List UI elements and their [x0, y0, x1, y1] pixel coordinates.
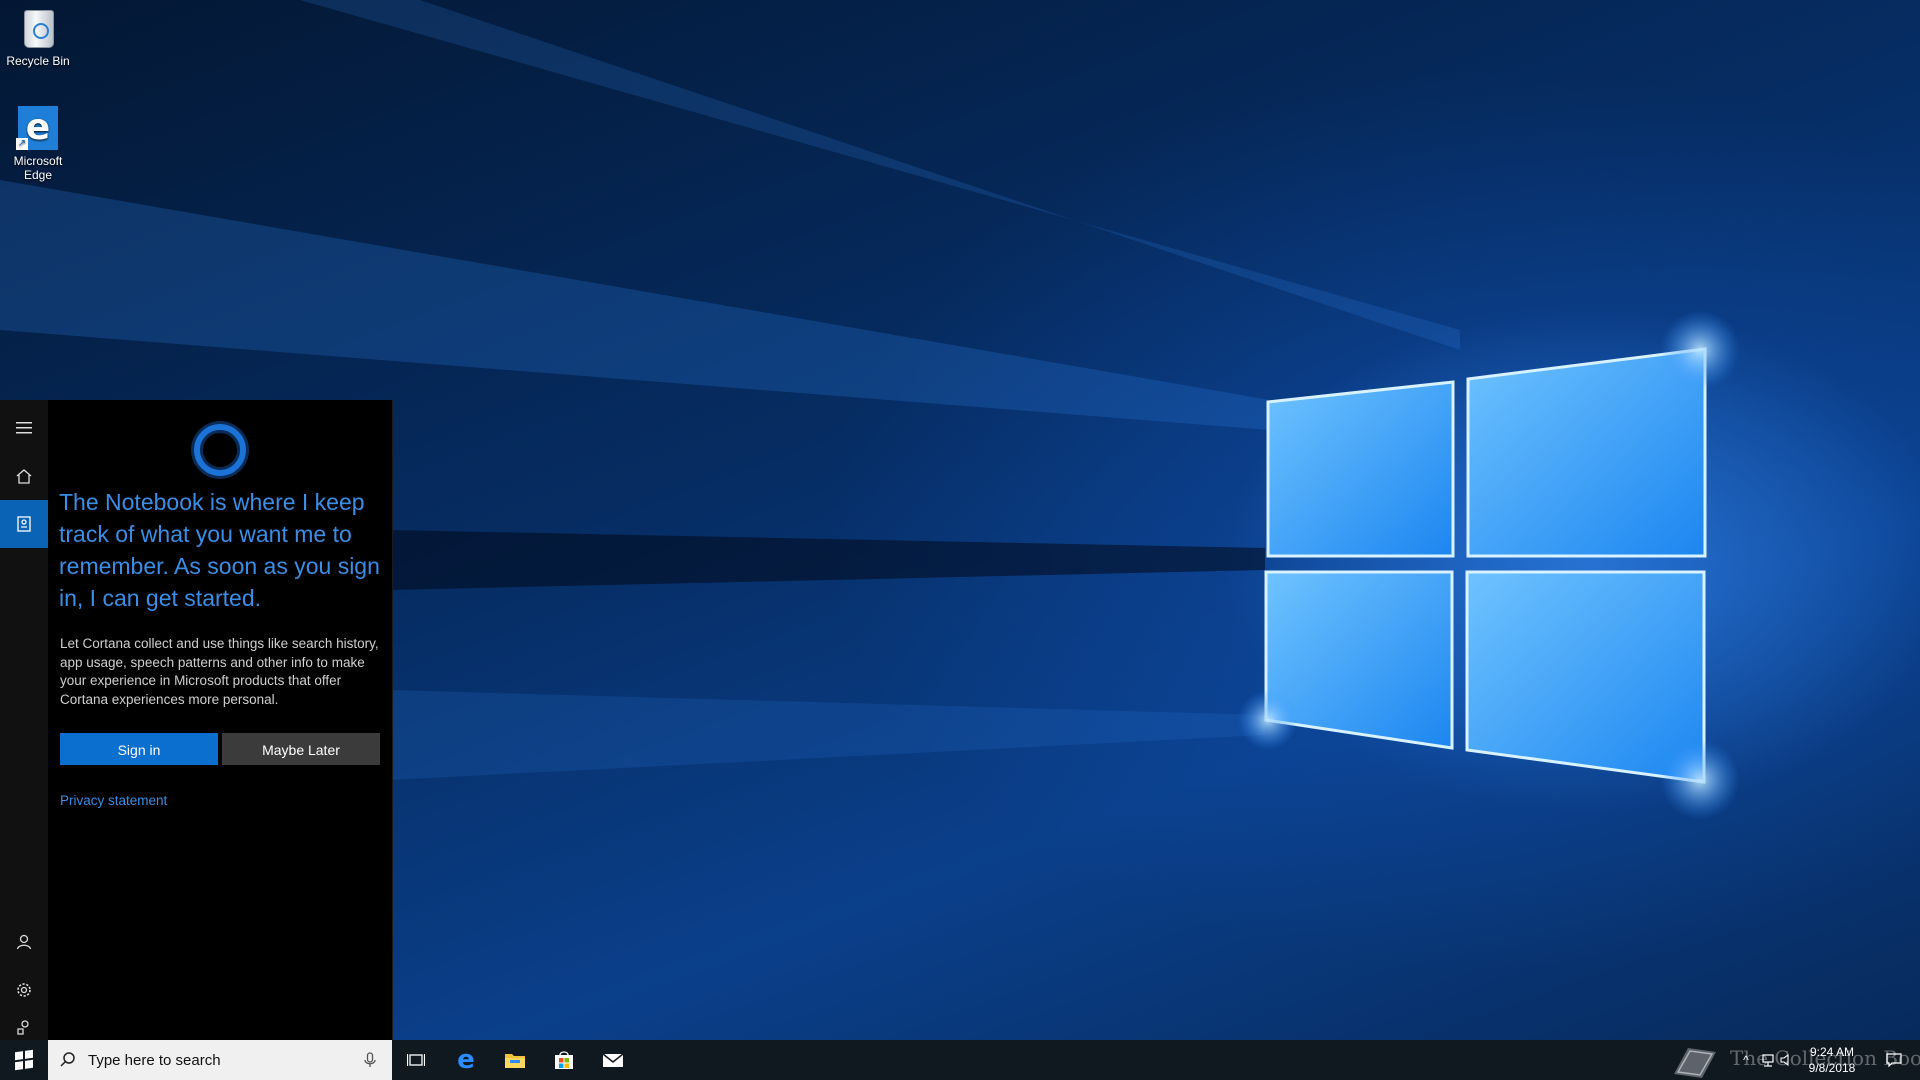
cortana-panel: The Notebook is where I keep track of wh… [0, 400, 393, 1040]
file-explorer-icon [505, 1054, 525, 1068]
start-button[interactable] [0, 1040, 48, 1080]
settings-icon [17, 983, 31, 997]
home-icon [16, 469, 32, 484]
task-view-icon [407, 1054, 425, 1066]
desktop-icon-recycle-bin[interactable]: Recycle Bin [0, 6, 76, 68]
microphone-icon[interactable] [360, 1050, 380, 1070]
clock-time: 9:24 AM [1809, 1045, 1855, 1059]
sign-in-button[interactable]: Sign in [60, 733, 218, 765]
feedback-button[interactable] [0, 1014, 48, 1040]
notebook-button[interactable] [0, 500, 48, 548]
hamburger-menu-button[interactable] [0, 404, 48, 452]
store-icon [555, 1051, 573, 1069]
volume-icon [1780, 1053, 1789, 1067]
show-hidden-icons-button[interactable]: ^ [1736, 1040, 1756, 1080]
desktop-icon-microsoft-edge[interactable]: e ↗ Microsoft Edge [0, 106, 76, 182]
desktop-icon-label: Microsoft Edge [13, 154, 63, 182]
home-button[interactable] [0, 452, 48, 500]
settings-button[interactable] [0, 966, 48, 1014]
taskbar-edge-button[interactable]: e [442, 1040, 490, 1080]
cortana-rail [0, 400, 48, 1040]
network-icon [1762, 1054, 1774, 1067]
action-center-button[interactable] [1876, 1040, 1912, 1080]
network-button[interactable] [1756, 1040, 1780, 1080]
watermark-book-icon [1674, 1048, 1716, 1078]
taskbar-clock[interactable]: 9:24 AM 9/8/2018 [1790, 1044, 1874, 1076]
notification-icon [1886, 1053, 1902, 1067]
notebook-title: The Notebook is where I keep track of wh… [59, 489, 380, 611]
shortcut-arrow-icon: ↗ [16, 138, 28, 150]
taskbar-store-button[interactable] [540, 1040, 588, 1080]
clock-date: 9/8/2018 [1808, 1061, 1856, 1075]
notebook-description: Let Cortana collect and use things like … [60, 636, 379, 707]
search-icon [60, 1052, 75, 1067]
taskbar-search-box[interactable] [48, 1040, 392, 1080]
windows-logo-icon [15, 1049, 33, 1071]
menu-icon [16, 422, 32, 434]
privacy-statement-link[interactable]: Privacy statement [60, 793, 167, 808]
taskbar-file-explorer-button[interactable] [491, 1040, 539, 1080]
feedback-icon [17, 1020, 29, 1035]
notebook-content: The Notebook is where I keep track of wh… [48, 400, 392, 1040]
edge-icon: e [457, 1045, 475, 1075]
taskbar: e The Collection Book ^ 9:24 AM 9/8/2018 [0, 1040, 1920, 1080]
notebook-icon [17, 516, 31, 532]
account-icon [16, 934, 32, 950]
mail-icon [602, 1053, 624, 1067]
cortana-icon [194, 424, 246, 476]
search-input[interactable] [88, 1040, 348, 1080]
task-view-button[interactable] [392, 1040, 440, 1080]
recycle-bin-icon [24, 10, 54, 48]
desktop-icon-label: Recycle Bin [6, 54, 70, 68]
volume-button[interactable] [1780, 1040, 1790, 1080]
account-button[interactable] [0, 918, 48, 966]
taskbar-mail-button[interactable] [589, 1040, 637, 1080]
chevron-up-icon: ^ [1743, 1053, 1749, 1067]
maybe-later-button[interactable]: Maybe Later [222, 733, 380, 765]
